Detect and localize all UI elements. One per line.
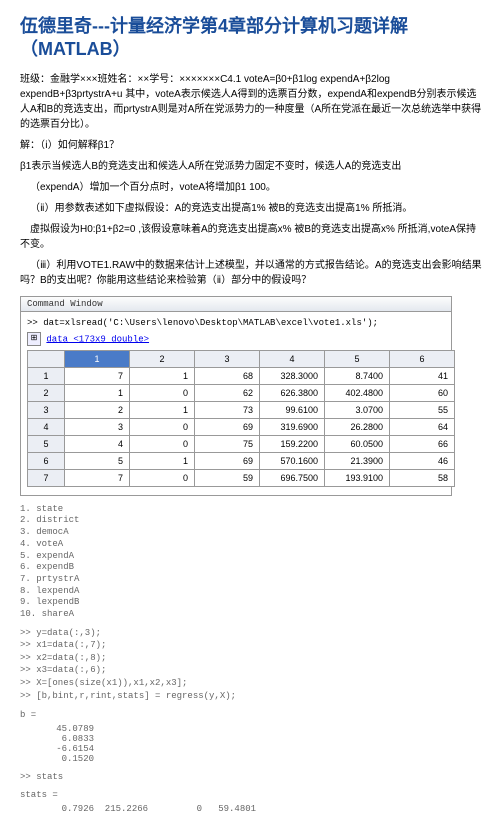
question-i: 解：（ⅰ）如何解释β1？ bbox=[20, 138, 484, 153]
table-row: 21062626.3800402.480060 bbox=[28, 384, 455, 401]
cmd-line: >> [b,bint,r,rint,stats] = regress(y,X); bbox=[20, 690, 484, 703]
list-item: 2. district bbox=[20, 515, 484, 527]
stats-label: stats = bbox=[20, 790, 484, 800]
list-item: 3. democA bbox=[20, 527, 484, 539]
data-table: 1 2 3 4 5 6 17168328.30008.740041 210626… bbox=[27, 350, 455, 487]
expand-icon[interactable]: ⊞ bbox=[27, 332, 41, 346]
b-output: b = 45.0789 6.0833 -6.6154 0.1520 bbox=[20, 710, 484, 764]
list-item: 10. shareA bbox=[20, 609, 484, 621]
list-item: 6. expendB bbox=[20, 562, 484, 574]
matlab-command-window: Command Window >> dat=xlsread('C:\Users\… bbox=[20, 296, 452, 496]
answer-i-2: （expendA）增加一个百分点时，voteA将增加β1 100。 bbox=[20, 180, 484, 195]
variable-list: 1. state 2. district 3. democA 4. voteA … bbox=[20, 504, 484, 621]
answer-i-1: β1表示当候选人B的竞选支出和候选人A所在党派势力固定不变时，候选人A的竞选支出 bbox=[20, 159, 484, 174]
col-3[interactable]: 3 bbox=[195, 350, 260, 367]
list-item: 9. lexpendB bbox=[20, 597, 484, 609]
list-item: 7. prtystrA bbox=[20, 574, 484, 586]
answer-ii: 虚拟假设为H0:β1+β2=0 ,该假设意味着A的竞选支出提高x% 被B的竞选支… bbox=[20, 222, 484, 252]
data-var-row: ⊞ data <173x9 double> bbox=[27, 332, 445, 346]
table-row: 65169570.160021.390046 bbox=[28, 452, 455, 469]
cmd-line: >> X=[ones(size(x1)),x1,x2,x3]; bbox=[20, 677, 484, 690]
stats-prompt: >> stats bbox=[20, 772, 484, 782]
data-var-link[interactable]: data <173x9 double> bbox=[46, 334, 149, 344]
b-values: 45.0789 6.0833 -6.6154 0.1520 bbox=[40, 724, 484, 764]
page-title: 伍德里奇---计量经济学第4章部分计算机习题详解（MATLAB） bbox=[20, 15, 484, 62]
window-title: Command Window bbox=[21, 297, 451, 312]
cmd-line: >> x2=data(:,8); bbox=[20, 652, 484, 665]
list-item: 1. state bbox=[20, 504, 484, 516]
stats-values: 0.7926 215.2266 0 59.4801 bbox=[40, 804, 484, 814]
col-corner bbox=[28, 350, 65, 367]
table-row: 17168328.30008.740041 bbox=[28, 367, 455, 384]
table-row: 54075159.220060.050066 bbox=[28, 435, 455, 452]
xlsread-command: >> dat=xlsread('C:\Users\lenovo\Desktop\… bbox=[27, 318, 445, 328]
question-iii: （ⅲ）利用VOTE1.RAW中的数据来估计上述模型，并以通常的方式报告结论。A的… bbox=[20, 258, 484, 288]
matlab-commands: >> y=data(:,3); >> x1=data(:,7); >> x2=d… bbox=[20, 627, 484, 703]
cmd-line: >> x3=data(:,6); bbox=[20, 664, 484, 677]
b-label: b = bbox=[20, 710, 484, 720]
col-2[interactable]: 2 bbox=[130, 350, 195, 367]
col-6[interactable]: 6 bbox=[390, 350, 455, 367]
question-ii: （ⅱ）用参数表述如下虚拟假设：A的竞选支出提高1% 被B的竞选支出提高1% 所抵… bbox=[20, 201, 484, 216]
col-4[interactable]: 4 bbox=[260, 350, 325, 367]
cmd-line: >> y=data(:,3); bbox=[20, 627, 484, 640]
col-5[interactable]: 5 bbox=[325, 350, 390, 367]
list-item: 8. lexpendA bbox=[20, 586, 484, 598]
stats-output: stats = 0.7926 215.2266 0 59.4801 bbox=[20, 790, 484, 814]
table-row: 43069319.690026.280064 bbox=[28, 418, 455, 435]
table-row: 3217399.61003.070055 bbox=[28, 401, 455, 418]
list-item: 4. voteA bbox=[20, 539, 484, 551]
table-header-row: 1 2 3 4 5 6 bbox=[28, 350, 455, 367]
window-body: >> dat=xlsread('C:\Users\lenovo\Desktop\… bbox=[21, 312, 451, 495]
table-row: 77059696.7500193.910058 bbox=[28, 469, 455, 486]
list-item: 5. expendA bbox=[20, 551, 484, 563]
col-1[interactable]: 1 bbox=[65, 350, 130, 367]
intro-paragraph: 班级：金融学×××班姓名：××学号：×××××××C4.1 voteA=β0+β… bbox=[20, 72, 484, 132]
cmd-line: >> x1=data(:,7); bbox=[20, 639, 484, 652]
